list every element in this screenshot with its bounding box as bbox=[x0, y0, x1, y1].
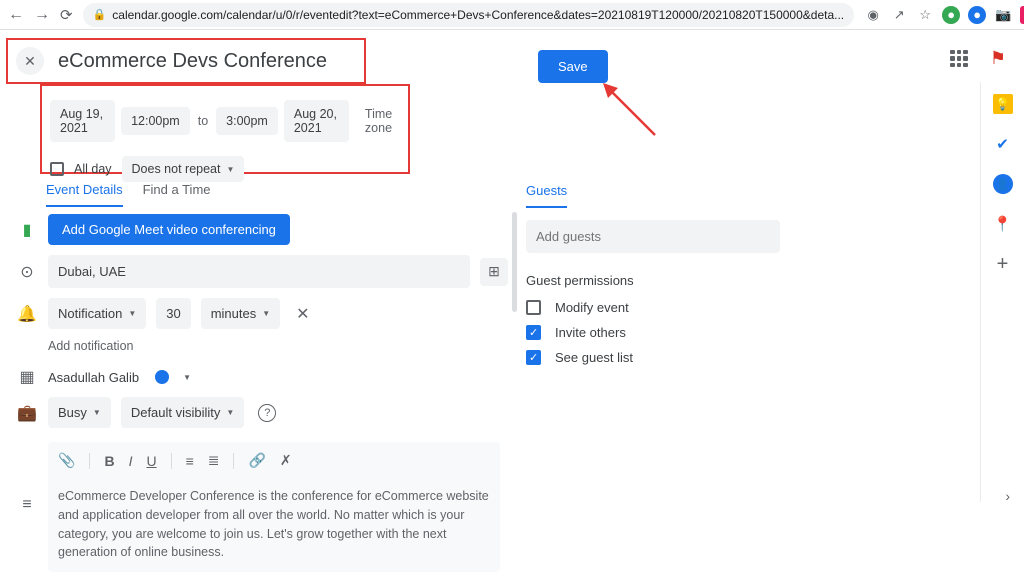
desc-toolbar: 📎 B I U ≡ ≣ 🔗 ✗ bbox=[58, 452, 490, 479]
camera-icon[interactable]: 📷 bbox=[994, 6, 1012, 24]
briefcase-icon: 💼 bbox=[16, 403, 38, 423]
keep-icon[interactable]: 💡 bbox=[993, 94, 1013, 114]
invite-others-checkbox[interactable] bbox=[526, 325, 541, 340]
busy-select[interactable]: Busy▼ bbox=[48, 397, 111, 428]
annotation-arrow bbox=[600, 80, 660, 140]
apps-icon[interactable] bbox=[950, 50, 968, 68]
description-textarea[interactable]: eCommerce Developer Conference is the co… bbox=[58, 487, 490, 562]
calendar-color-dot[interactable] bbox=[155, 370, 169, 384]
ext-a-icon[interactable]: A bbox=[1020, 6, 1024, 24]
tab-find-time[interactable]: Find a Time bbox=[143, 182, 211, 207]
notification-type-select[interactable]: Notification▼ bbox=[48, 298, 146, 329]
end-date[interactable]: Aug 20, 2021 bbox=[284, 100, 349, 142]
repeat-select[interactable]: Does not repeat▼ bbox=[122, 156, 245, 182]
close-icon[interactable]: ✕ bbox=[16, 47, 44, 75]
calendar-icon: ▦ bbox=[16, 367, 38, 387]
scroll-indicator bbox=[512, 212, 517, 312]
tab-event-details[interactable]: Event Details bbox=[46, 182, 123, 207]
allday-checkbox[interactable] bbox=[50, 162, 64, 176]
clear-format-icon[interactable]: ✗ bbox=[280, 452, 292, 469]
share-icon[interactable]: ↗ bbox=[890, 6, 908, 24]
modify-event-checkbox[interactable] bbox=[526, 300, 541, 315]
guests-tab[interactable]: Guests bbox=[526, 183, 567, 208]
eye-icon[interactable]: ◉ bbox=[864, 6, 882, 24]
ext-green-icon[interactable]: ● bbox=[942, 6, 960, 24]
end-time[interactable]: 3:00pm bbox=[216, 107, 278, 135]
add-notification-link[interactable]: Add notification bbox=[16, 339, 508, 353]
link-icon[interactable]: 🔗 bbox=[248, 452, 265, 469]
maps-icon[interactable]: 📍 bbox=[993, 214, 1013, 234]
guests-panel: Guests Guest permissions Modify event In… bbox=[526, 182, 780, 375]
brand-icon[interactable]: ⚑ bbox=[990, 48, 1006, 69]
invite-others-label: Invite others bbox=[555, 325, 626, 340]
start-date[interactable]: Aug 19, 2021 bbox=[50, 100, 115, 142]
see-guestlist-checkbox[interactable] bbox=[526, 350, 541, 365]
bold-icon[interactable]: B bbox=[104, 453, 114, 469]
meet-icon: ▮ bbox=[16, 220, 38, 240]
save-button[interactable]: Save bbox=[538, 50, 608, 83]
italic-icon[interactable]: I bbox=[129, 453, 133, 469]
visibility-select[interactable]: Default visibility▼ bbox=[121, 397, 245, 428]
allday-label: All day bbox=[74, 162, 112, 176]
collapse-panel-icon[interactable]: › bbox=[1005, 488, 1010, 504]
add-meet-button[interactable]: Add Google Meet video conferencing bbox=[48, 214, 290, 245]
extension-icons: ◉ ↗ ☆ ● ● 📷 A ✦ ⚑ ⋮ bbox=[864, 6, 1024, 24]
to-label: to bbox=[196, 114, 210, 128]
contacts-icon[interactable]: 👤 bbox=[993, 174, 1013, 194]
browser-toolbar: ← → ⟳ 🔒 calendar.google.com/calendar/u/0… bbox=[0, 0, 1024, 30]
ext-blue-icon[interactable]: ● bbox=[968, 6, 986, 24]
attach-icon[interactable]: 📎 bbox=[58, 452, 75, 469]
bell-icon: 🔔 bbox=[16, 304, 38, 324]
list-num-icon[interactable]: ≡ bbox=[186, 453, 194, 469]
location-icon: ⊙ bbox=[16, 262, 38, 282]
event-title-input[interactable]: eCommerce Devs Conference bbox=[58, 50, 327, 73]
url-text: calendar.google.com/calendar/u/0/r/event… bbox=[112, 8, 844, 22]
addons-icon[interactable]: + bbox=[993, 254, 1013, 274]
list-bul-icon[interactable]: ≣ bbox=[208, 452, 220, 469]
location-input[interactable] bbox=[48, 255, 470, 288]
description-icon: ≡ bbox=[16, 496, 38, 514]
lock-icon: 🔒 bbox=[93, 8, 107, 21]
see-guestlist-label: See guest list bbox=[555, 350, 633, 365]
modify-event-label: Modify event bbox=[555, 300, 629, 315]
timezone-link[interactable]: Time zone bbox=[365, 107, 400, 135]
nav-back-icon[interactable]: ← bbox=[8, 6, 24, 24]
add-guests-input[interactable] bbox=[526, 220, 780, 253]
help-icon[interactable]: ? bbox=[258, 404, 276, 422]
nav-forward-icon[interactable]: → bbox=[34, 6, 50, 24]
start-time[interactable]: 12:00pm bbox=[121, 107, 190, 135]
chevron-down-icon: ▼ bbox=[226, 165, 234, 174]
calendar-owner: Asadullah Galib bbox=[48, 370, 139, 385]
guest-permissions-label: Guest permissions bbox=[526, 273, 780, 288]
notification-value[interactable]: 30 bbox=[156, 298, 190, 329]
remove-notification-icon[interactable]: ✕ bbox=[296, 304, 309, 324]
datetime-highlight: Aug 19, 2021 12:00pm to 3:00pm Aug 20, 2… bbox=[40, 84, 410, 174]
url-bar[interactable]: 🔒 calendar.google.com/calendar/u/0/r/eve… bbox=[83, 3, 855, 27]
side-panel: 💡 ✔ 👤 📍 + bbox=[980, 82, 1024, 502]
star-icon[interactable]: ☆ bbox=[916, 6, 934, 24]
title-highlight: ✕ eCommerce Devs Conference bbox=[6, 38, 366, 84]
map-icon[interactable]: ⊞ bbox=[480, 258, 508, 286]
tasks-icon[interactable]: ✔ bbox=[993, 134, 1013, 154]
underline-icon[interactable]: U bbox=[146, 453, 156, 469]
notification-unit-select[interactable]: minutes▼ bbox=[201, 298, 280, 329]
reload-icon[interactable]: ⟳ bbox=[60, 6, 73, 24]
